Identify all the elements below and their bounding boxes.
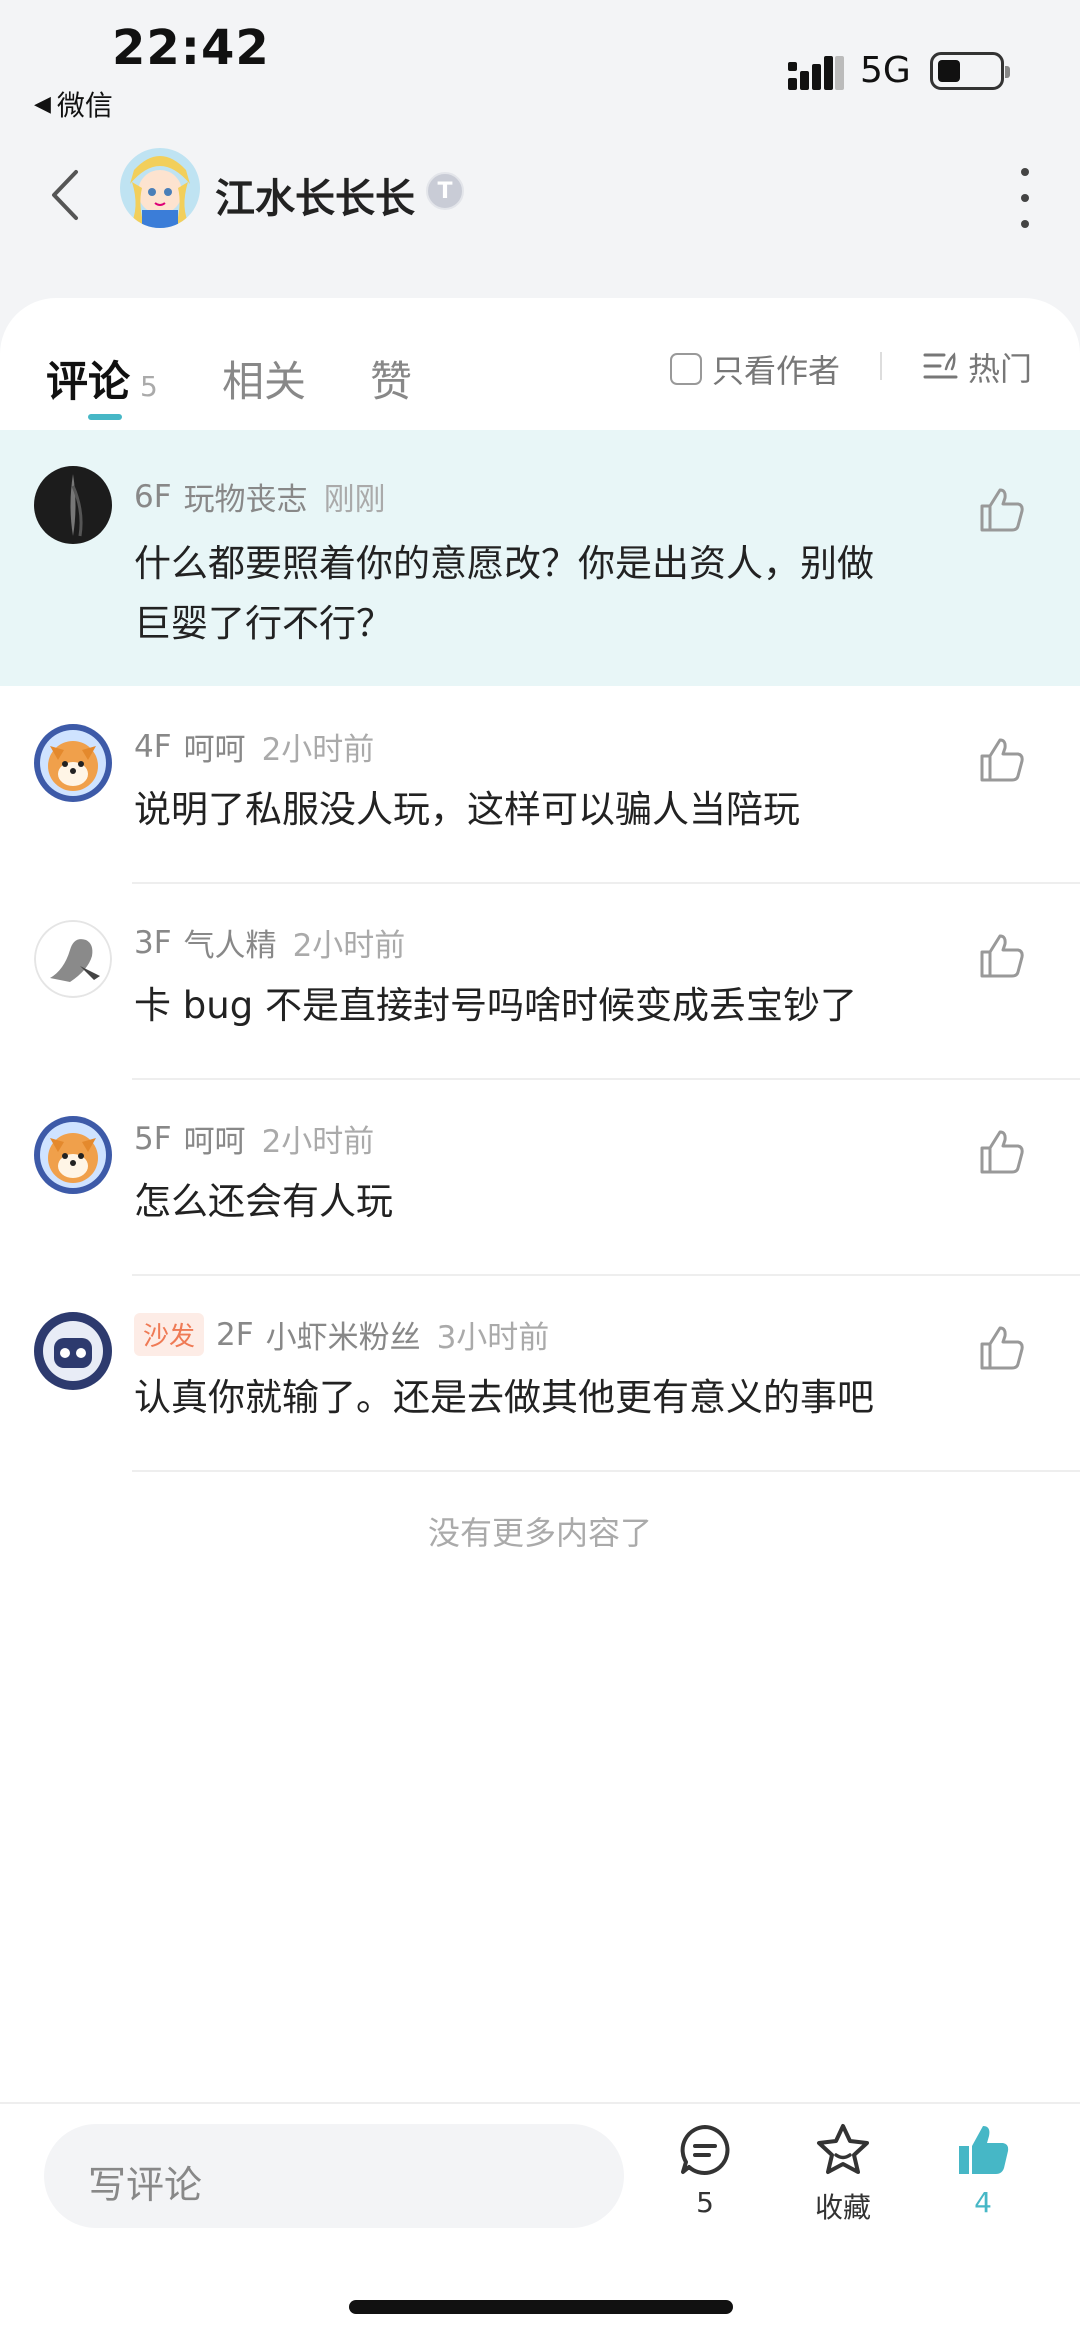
status-time: 22:42 [112,20,270,76]
post-header: 江水长长长 T [0,130,1080,260]
favorite-label: 收藏 [814,2191,871,2224]
status-bar: 22:42 ◀ 微信 5G [0,0,1080,130]
tab-comments-count: 5 [140,370,158,403]
user-level-badge: T [426,172,464,210]
comment-floor: 3F [134,924,172,961]
commenter-avatar[interactable] [34,466,112,544]
comment-meta: 6F 玩物丧志 刚刚 [134,474,386,519]
like-count: 4 [974,2186,992,2219]
favorite-button[interactable]: 收藏 [788,2122,898,2226]
comment-text: 认真你就输了。还是去做其他更有意义的事吧 [134,1368,954,1428]
sort-icon [923,352,958,379]
write-comment-placeholder: 写评论 [88,2163,203,2207]
signal-icon [788,56,844,90]
author-only-label: 只看作者 [712,352,841,390]
comment-text: 怎么还会有人玩 [134,1172,954,1232]
back-triangle-icon: ◀ [34,91,51,117]
comment-text-line: 巨婴了行不行？ [134,602,393,645]
home-indicator[interactable] [349,2300,733,2314]
tab-likes[interactable]: 赞 [370,348,412,409]
comment-text-line: 卡 bug 不是直接封号吗啥时候变成丢宝钞了 [134,984,857,1027]
thumbs-up-icon[interactable] [976,734,1028,786]
comment-item[interactable]: 6F 玩物丧志 刚刚 什么都要照着你的意愿改？你是出资人，别做 巨婴了行不行？ [0,430,1080,686]
no-more-content: 没有更多内容了 [427,1514,652,1552]
thumbs-up-icon[interactable] [976,1322,1028,1374]
comment-time: 2小时前 [292,928,406,964]
divider [880,352,882,380]
comment-text-line: 认真你就输了。还是去做其他更有意义的事吧 [134,1376,874,1419]
thumbs-up-icon[interactable] [976,930,1028,982]
comment-item[interactable]: 沙发 2F 小虾米粉丝 3小时前 认真你就输了。还是去做其他更有意义的事吧 [0,1276,1080,1472]
comment-floor: 4F [134,728,172,765]
active-tab-indicator [88,414,122,420]
comment-time: 2小时前 [261,732,375,768]
star-icon [817,2124,869,2174]
author-only-checkbox[interactable] [670,353,702,385]
author-name[interactable]: 江水长长长 [215,166,415,224]
commenter-name[interactable]: 呵呵 [184,1116,246,1161]
commenter-name[interactable]: 小虾米粉丝 [266,1312,421,1357]
thumbs-up-icon[interactable] [976,1126,1028,1178]
comment-count: 5 [696,2186,714,2219]
back-to-app[interactable]: ◀ 微信 [34,84,113,124]
commenter-avatar[interactable] [34,1312,112,1390]
thumbs-up-icon[interactable] [976,484,1028,536]
comment-meta: 3F 气人精 2小时前 [134,920,405,965]
thumbs-up-filled-icon [959,2126,1009,2174]
comment-meta: 4F 呵呵 2小时前 [134,724,374,769]
sort-hot-button[interactable]: 热门 [922,344,1032,390]
comment-text-line: 怎么还会有人玩 [134,1180,393,1223]
commenter-name[interactable]: 玩物丧志 [184,474,308,519]
comment-text-line: 说明了私服没人玩，这样可以骗人当陪玩 [134,788,800,831]
comments-card: 评论 5 相关 赞 只看作者 热门 6F 玩物丧志 刚刚 什么都要照着你的意愿改… [0,298,1080,2337]
comment-time: 刚刚 [323,482,386,518]
comment-text-line: 什么都要照着你的意愿改？你是出资人，别做 [134,542,874,585]
comment-meta: 沙发 2F 小虾米粉丝 3小时前 [134,1312,549,1357]
author-avatar[interactable] [120,148,200,228]
comments-button[interactable]: 5 [650,2122,760,2219]
commenter-name[interactable]: 呵呵 [184,724,246,769]
tab-comments-label: 评论 [46,357,131,406]
comment-item[interactable]: 5F 呵呵 2小时前 怎么还会有人玩 [0,1080,1080,1276]
sort-hot-label: 热门 [968,350,1033,388]
comment-text: 什么都要照着你的意愿改？你是出资人，别做 巨婴了行不行？ [134,534,954,654]
commenter-avatar[interactable] [34,724,112,802]
back-app-label: 微信 [56,89,113,122]
sofa-tag: 沙发 [134,1313,205,1356]
comment-floor: 2F [216,1316,254,1353]
tab-bar: 评论 5 相关 赞 只看作者 热门 [0,298,1080,428]
comment-floor: 5F [134,1120,172,1157]
comment-floor: 6F [134,478,172,515]
comment-meta: 5F 呵呵 2小时前 [134,1116,374,1161]
comment-item[interactable]: 4F 呵呵 2小时前 说明了私服没人玩，这样可以骗人当陪玩 [0,688,1080,884]
write-comment-input[interactable]: 写评论 [44,2124,624,2228]
commenter-avatar[interactable] [34,1116,112,1194]
like-button[interactable]: 4 [928,2122,1038,2219]
comment-time: 3小时前 [436,1320,550,1356]
comment-text: 说明了私服没人玩，这样可以骗人当陪玩 [134,780,954,840]
battery-icon [930,52,1010,90]
commenter-name[interactable]: 气人精 [184,920,277,965]
tab-related[interactable]: 相关 [222,348,306,409]
comment-item[interactable]: 3F 气人精 2小时前 卡 bug 不是直接封号吗啥时候变成丢宝钞了 [0,884,1080,1080]
comment-text: 卡 bug 不是直接封号吗啥时候变成丢宝钞了 [134,976,954,1036]
tab-comments[interactable]: 评论 5 [46,348,158,409]
comment-time: 2小时前 [261,1124,375,1160]
comment-bubble-icon [680,2125,730,2175]
comment-divider [132,1470,1080,1472]
chevron-left-icon [52,170,78,220]
commenter-avatar[interactable] [34,920,112,998]
network-type: 5G [860,50,911,91]
more-options-icon[interactable] [1010,168,1040,228]
author-only-filter[interactable]: 只看作者 [670,346,840,392]
back-button[interactable] [40,160,88,230]
